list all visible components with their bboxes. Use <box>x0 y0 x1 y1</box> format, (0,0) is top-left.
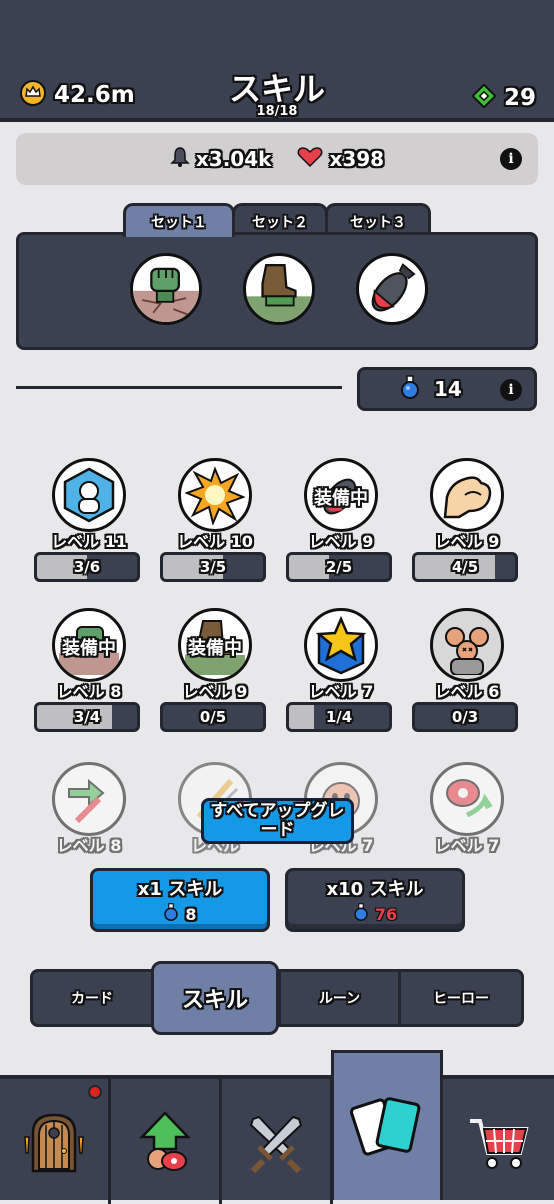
page-title: スキル 18/18 <box>0 70 554 119</box>
title-text: スキル <box>228 70 325 108</box>
door-icon <box>24 1113 84 1172</box>
equipped-label: 装備中 <box>314 488 368 509</box>
buy-x1-skill-button[interactable]: x1 スキル 8 <box>90 868 270 932</box>
skill-card-fist[interactable]: レベル 8 3/4 装備中 <box>34 608 144 738</box>
tab-cards[interactable]: カード <box>33 972 154 1024</box>
skill-card-stomp[interactable]: レベル 9 0/5 装備中 <box>160 608 270 738</box>
tab-set-1[interactable]: セット１ <box>123 203 235 237</box>
skill-progress-bar: 2/5 <box>286 552 392 582</box>
equipped-slot-stomp[interactable] <box>243 253 315 325</box>
crowd-icon <box>430 608 504 682</box>
swap-arrow-icon <box>52 762 126 836</box>
star-shield-icon <box>304 608 378 682</box>
notification-dot <box>88 1085 102 1099</box>
skill-progress-bar: 3/5 <box>160 552 266 582</box>
bottom-nav <box>0 1075 554 1204</box>
nav-cards[interactable] <box>331 1050 443 1200</box>
potion-icon <box>353 903 369 925</box>
skill-progress-bar: 3/4 <box>34 702 140 732</box>
potion-counter: 14 i <box>357 367 537 411</box>
shopping-cart-icon <box>469 1118 529 1169</box>
ice-block-icon <box>52 458 126 532</box>
cards-icon <box>349 1096 421 1156</box>
equipped-skills-panel <box>16 232 538 350</box>
tab-skills[interactable]: スキル <box>151 961 279 1035</box>
bell-stat: x3.04k <box>170 146 271 173</box>
stats-bar: x3.04k x398 i <box>16 133 538 185</box>
bomb-icon <box>371 263 416 312</box>
zombie-fist-icon <box>133 267 199 322</box>
tab-runes[interactable]: ルーン <box>281 972 401 1024</box>
heart-icon <box>297 146 323 173</box>
potion-value: 14 <box>434 377 462 401</box>
nav-battle[interactable] <box>222 1079 333 1204</box>
skill-card-bomb[interactable]: レベル 9 2/5 装備中 <box>286 458 396 588</box>
upgrade-all-button[interactable]: すべてアップグレード <box>201 798 354 844</box>
skill-progress-bar: 0/3 <box>412 702 518 732</box>
meat-icon <box>430 762 504 836</box>
skill-count: 18/18 <box>256 104 298 119</box>
tab-heroes[interactable]: ヒーロー <box>401 972 521 1024</box>
potion-info-icon[interactable]: i <box>500 379 522 401</box>
boot-stomp-icon <box>246 264 312 322</box>
skill-progress-bar: 0/5 <box>160 702 266 732</box>
skill-progress-bar: 3/6 <box>34 552 140 582</box>
skill-card-star[interactable]: レベル 7 1/4 <box>286 608 396 738</box>
flexed-arm-icon <box>430 458 504 532</box>
equipped-label: 装備中 <box>188 638 242 659</box>
top-bar: 42.6m スキル 18/18 29 <box>0 0 554 122</box>
bell-icon <box>170 146 190 173</box>
potion-icon <box>163 903 179 925</box>
skill-card-muscle[interactable]: レベル 9 4/5 <box>412 458 522 588</box>
buy-x10-skill-button[interactable]: x10 スキル 76 <box>285 868 465 932</box>
skill-progress-bar: 4/5 <box>412 552 518 582</box>
gem-counter: 29 <box>471 83 536 112</box>
upgrade-arrow-icon <box>139 1110 191 1171</box>
nav-upgrade[interactable] <box>111 1079 222 1204</box>
explosion-icon <box>178 458 252 532</box>
nav-dungeon[interactable] <box>0 1079 111 1204</box>
equipped-slot-bomb[interactable] <box>356 253 428 325</box>
gem-value: 29 <box>503 85 536 111</box>
equipped-slot-fist[interactable] <box>130 253 202 325</box>
section-divider <box>16 386 342 389</box>
potion-icon <box>400 375 420 403</box>
skill-progress-bar: 1/4 <box>286 702 392 732</box>
heart-stat: x398 <box>297 146 384 173</box>
stats-info-icon[interactable]: i <box>500 148 522 170</box>
crossed-swords-icon <box>249 1115 303 1173</box>
skill-card-ice[interactable]: レベル 11 3/6 <box>34 458 144 588</box>
skill-card-explosion[interactable]: レベル 10 3/5 <box>160 458 270 588</box>
nav-shop[interactable] <box>443 1079 554 1204</box>
gem-icon <box>471 83 497 112</box>
skill-card-crowd[interactable]: レベル 6 0/3 <box>412 608 522 738</box>
equipped-label: 装備中 <box>62 638 116 659</box>
